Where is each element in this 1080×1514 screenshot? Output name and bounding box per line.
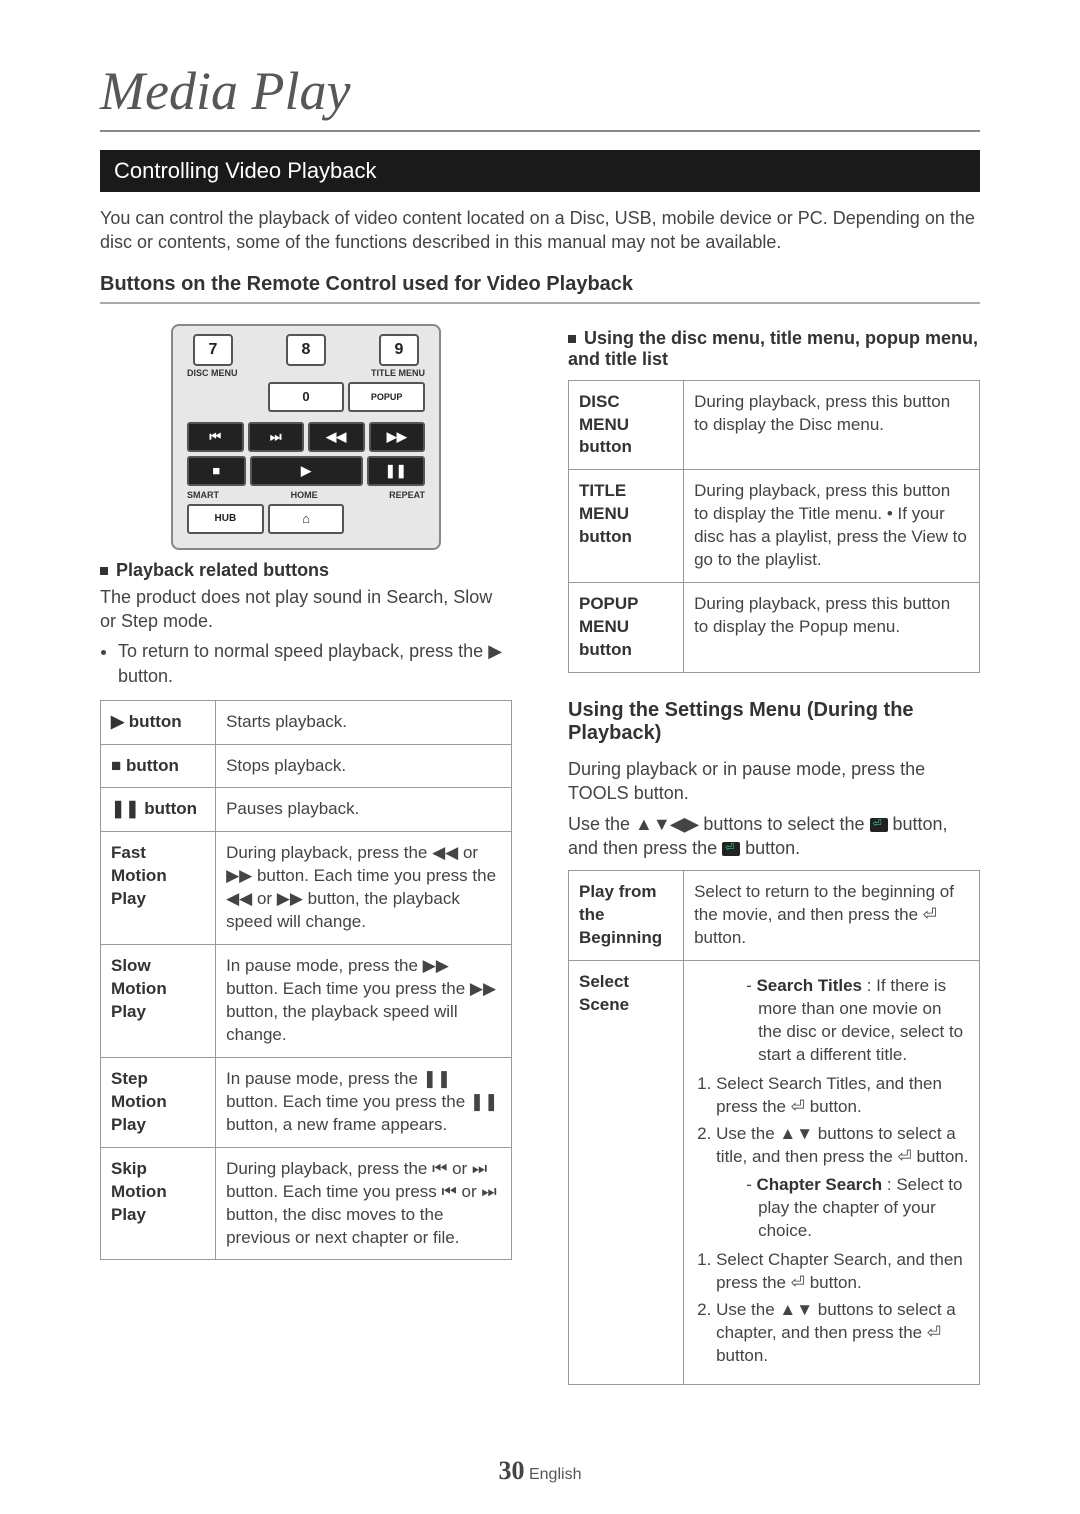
right-column: Using the disc menu, title menu, popup m…: [568, 318, 980, 1385]
label-disc-menu: DISC MENU: [187, 368, 238, 378]
row-step-motion: Step Motion Play: [111, 1069, 167, 1134]
page-footer: 30 English: [0, 1456, 1080, 1486]
disc-menu-table: DISC MENU button During playback, press …: [568, 380, 980, 673]
remote-key-7: 7: [193, 334, 233, 366]
popup-menu-desc: During playback, press this button to di…: [684, 583, 980, 673]
row-play-desc: Starts playback.: [216, 700, 512, 744]
remote-popup-button: POPUP: [348, 382, 425, 412]
manual-page: Media Play Controlling Video Playback Yo…: [0, 0, 1080, 1514]
select-scene-desc: - Search Titles : If there is more than …: [684, 960, 980, 1384]
chapter-search-intro: - Chapter Search : Select to play the ch…: [746, 1174, 969, 1243]
page-number: 30: [499, 1456, 525, 1485]
sub-heading: Buttons on the Remote Control used for V…: [100, 273, 980, 304]
skip-back-icon: ⏮: [187, 422, 244, 452]
remote-hub-button: HUB: [187, 504, 264, 534]
row-stop-btn: ■ button: [111, 756, 179, 775]
row-stop-desc: Stops playback.: [216, 744, 512, 788]
enter-icon: [722, 842, 740, 856]
label-home: HOME: [291, 490, 318, 500]
cs-step-1: Select Chapter Search, and then press th…: [716, 1249, 969, 1295]
search-titles-intro: - Search Titles : If there is more than …: [746, 975, 969, 1067]
left-bullet-1: To return to normal speed playback, pres…: [118, 639, 512, 689]
playback-buttons-table: ▶ button Starts playback. ■ button Stops…: [100, 700, 512, 1261]
left-column: 7 8 9 DISC MENU TITLE MENU 0 POPUP: [100, 318, 512, 1385]
remote-key-0: 0: [268, 382, 345, 412]
settings-table: Play from the Beginning Select to return…: [568, 870, 980, 1385]
section-heading: Controlling Video Playback: [100, 150, 980, 192]
rewind-icon: ◀◀: [308, 422, 365, 452]
label-repeat: REPEAT: [389, 490, 425, 500]
pause-icon: ❚❚: [367, 456, 426, 486]
page-lang: English: [529, 1466, 581, 1483]
row-play-btn: ▶ button: [111, 712, 182, 731]
page-title: Media Play: [100, 60, 980, 132]
stop-icon: ■: [187, 456, 246, 486]
st-step-1: Select Search Titles, and then press the…: [716, 1073, 969, 1119]
st-step-2: Use the ▲▼ buttons to select a title, an…: [716, 1123, 969, 1169]
t2: buttons to select the: [703, 814, 869, 834]
left-mini-heading: Playback related buttons: [100, 560, 512, 581]
label-title-menu: TITLE MENU: [371, 368, 425, 378]
row-fast-motion-desc: During playback, press the ◀◀ or ▶▶ butt…: [216, 832, 512, 945]
settings-heading: Using the Settings Menu (During the Play…: [568, 699, 980, 751]
t1: Use the: [568, 814, 635, 834]
arrow-icons: ▲▼◀▶: [635, 814, 698, 834]
row-slow-motion: Slow Motion Play: [111, 956, 167, 1021]
remote-key-9: 9: [379, 334, 419, 366]
row-step-motion-desc: In pause mode, press the ❚❚ button. Each…: [216, 1057, 512, 1147]
row-skip-motion-desc: During playback, press the ⏮ or ⏭ button…: [216, 1147, 512, 1260]
ffwd-icon: ▶▶: [369, 422, 426, 452]
settings-p1: During playback or in pause mode, press …: [568, 757, 980, 806]
title-menu-btn: TITLE MENU button: [579, 481, 632, 546]
select-scene: Select Scene: [579, 972, 629, 1014]
cs-step-2: Use the ▲▼ buttons to select a chapter, …: [716, 1299, 969, 1368]
left-bullets: To return to normal speed playback, pres…: [118, 639, 512, 689]
intro-text: You can control the playback of video co…: [100, 206, 980, 255]
row-fast-motion: Fast Motion Play: [111, 843, 167, 908]
left-paragraph: The product does not play sound in Searc…: [100, 585, 512, 634]
title-menu-desc: During playback, press this button to di…: [684, 470, 980, 583]
play-from-beginning: Play from the Beginning: [579, 882, 662, 947]
row-pause-desc: Pauses playback.: [216, 788, 512, 832]
settings-p2: Use the ▲▼◀▶ buttons to select the butto…: [568, 812, 980, 861]
popup-menu-btn: POPUP MENU button: [579, 594, 638, 659]
settings-p1-text: During playback or in pause mode, press …: [568, 759, 925, 803]
right-mini-heading: Using the disc menu, title menu, popup m…: [568, 328, 980, 370]
row-slow-motion-desc: In pause mode, press the ▶▶ button. Each…: [216, 945, 512, 1058]
home-icon: ⌂: [268, 504, 345, 534]
row-pause-btn: ❚❚ button: [111, 799, 197, 818]
disc-menu-btn: DISC MENU button: [579, 392, 632, 457]
play-icon: ▶: [250, 456, 363, 486]
menu-icon: [870, 818, 888, 832]
remote-outline: 7 8 9 DISC MENU TITLE MENU 0 POPUP: [171, 324, 441, 550]
play-from-beginning-desc: Select to return to the beginning of the…: [684, 871, 980, 961]
skip-fwd-icon: ⏭: [248, 422, 305, 452]
row-skip-motion: Skip Motion Play: [111, 1159, 167, 1224]
two-column-layout: 7 8 9 DISC MENU TITLE MENU 0 POPUP: [100, 318, 980, 1385]
remote-key-8: 8: [286, 334, 326, 366]
t4: button.: [745, 838, 800, 858]
disc-menu-desc: During playback, press this button to di…: [684, 380, 980, 470]
remote-diagram: 7 8 9 DISC MENU TITLE MENU 0 POPUP: [171, 324, 441, 550]
label-smart: SMART: [187, 490, 219, 500]
